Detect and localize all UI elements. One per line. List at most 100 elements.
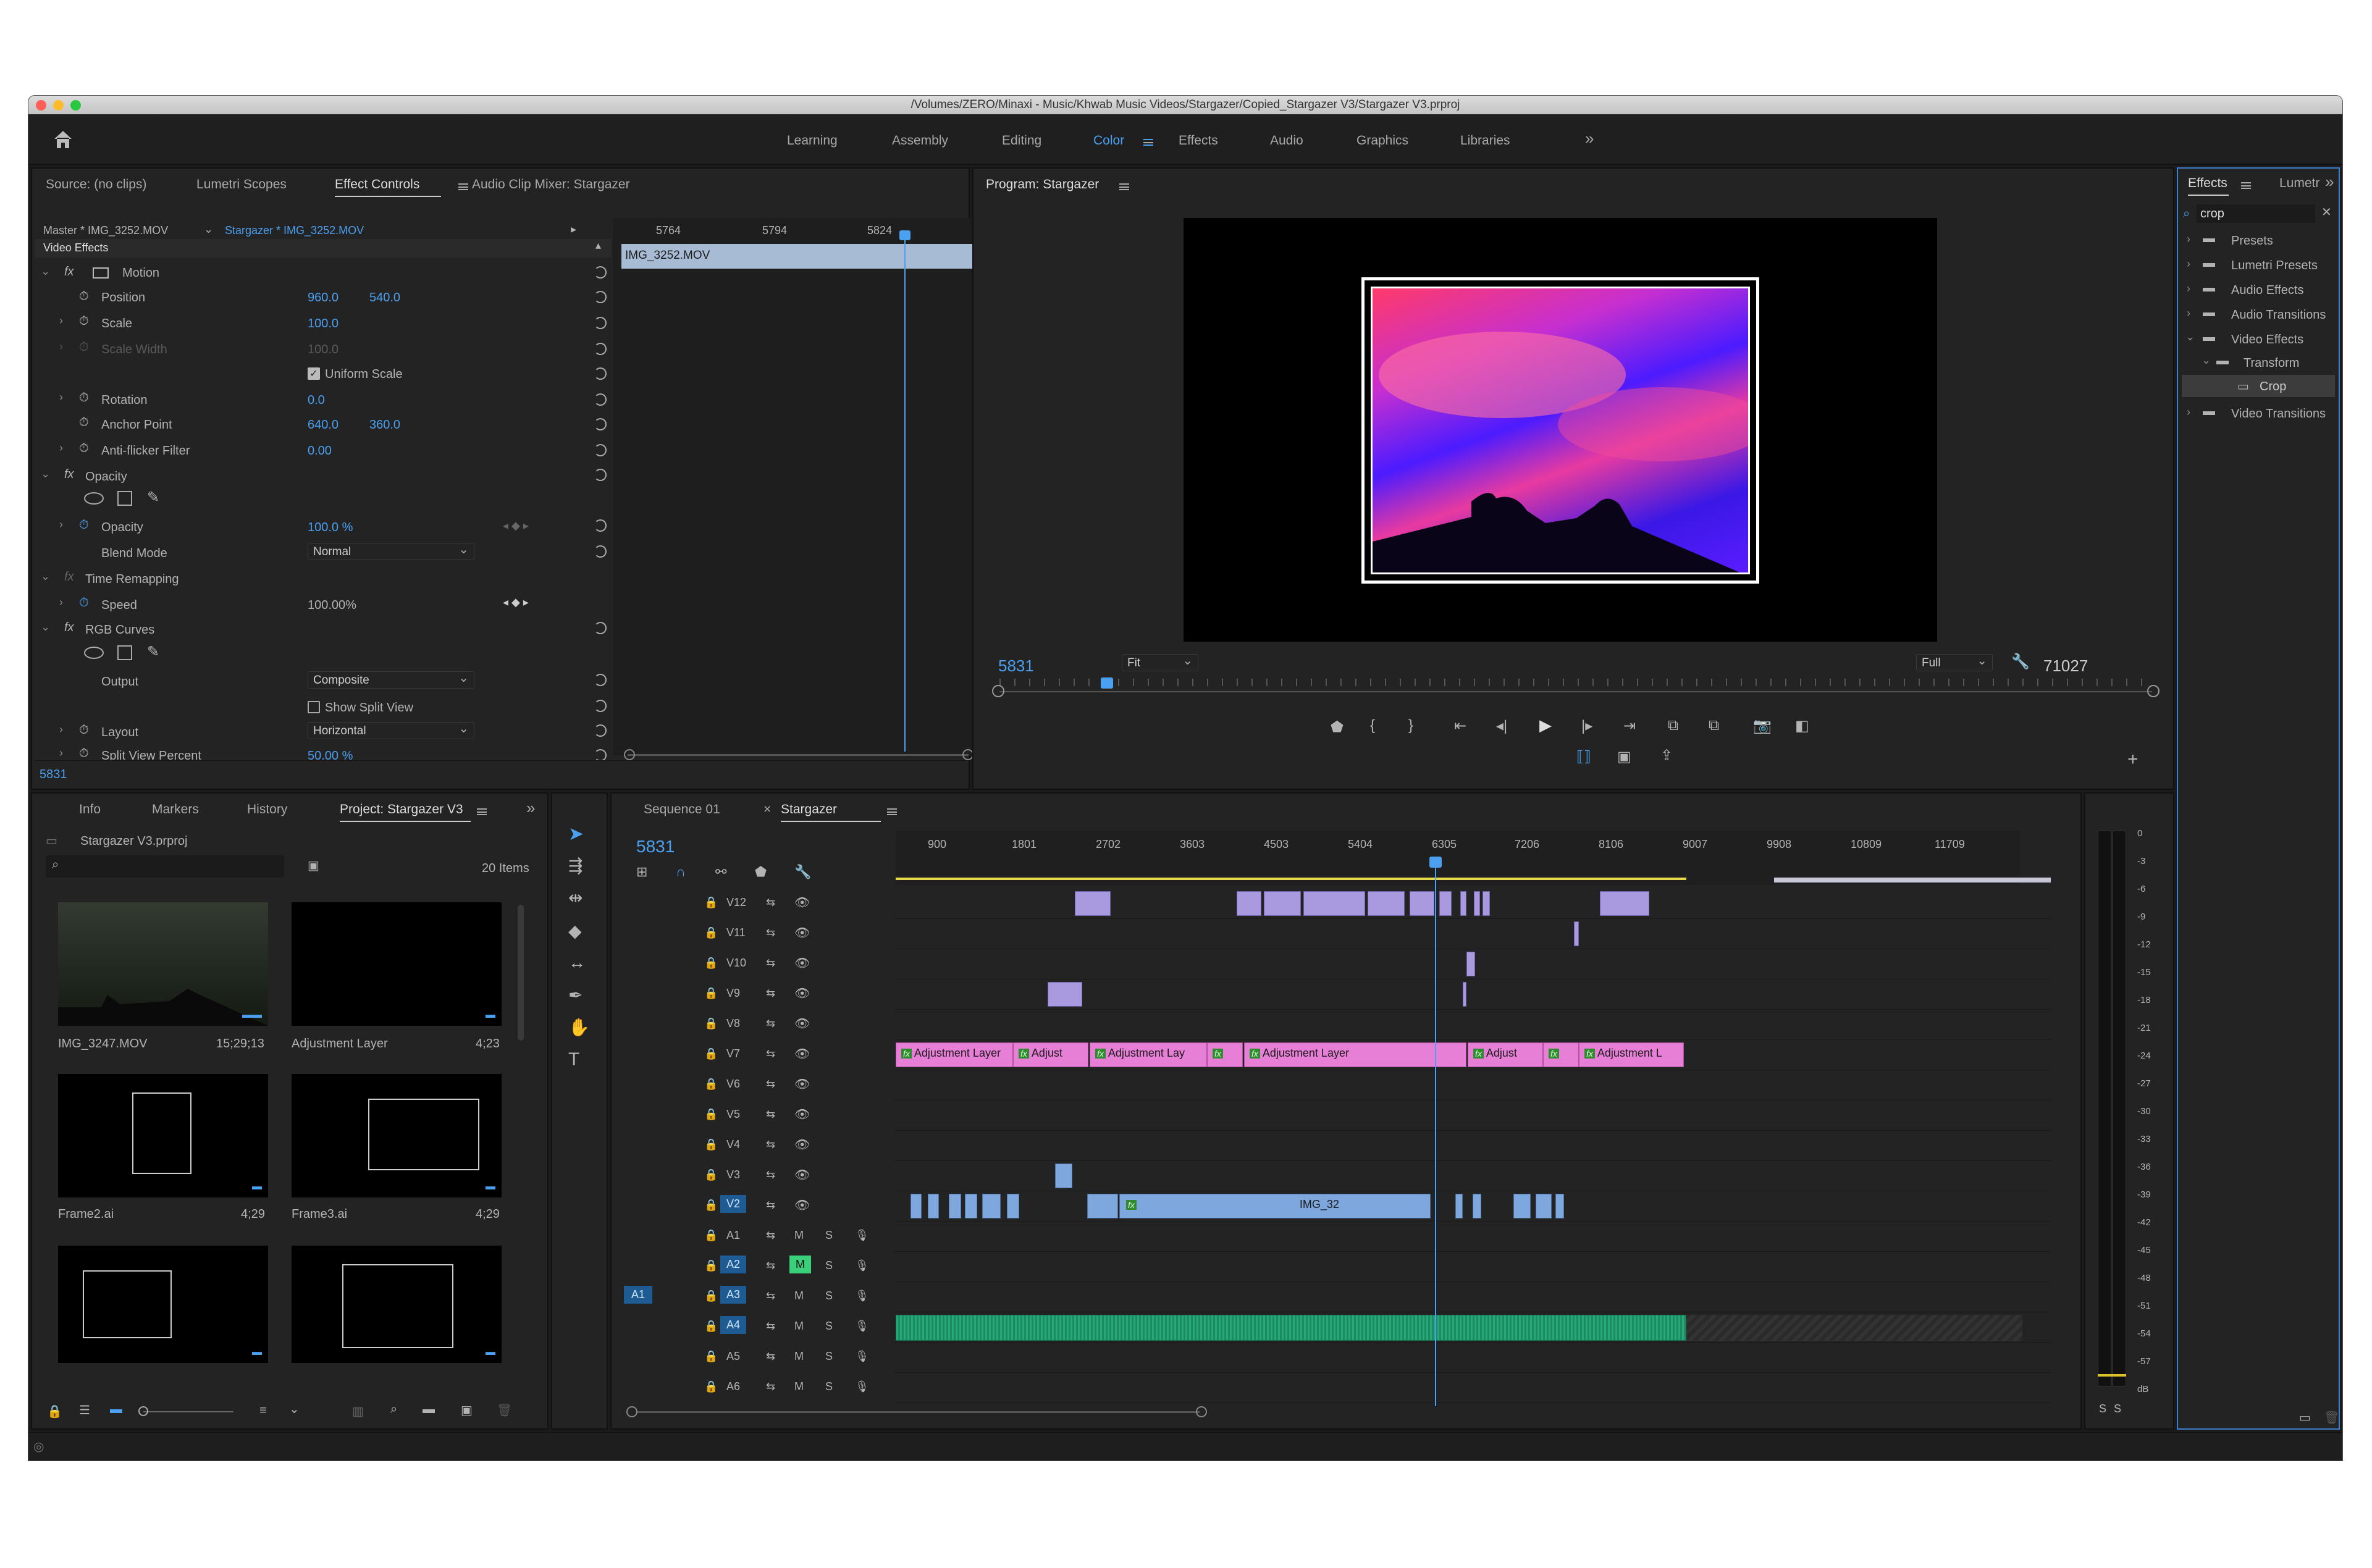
reset-icon[interactable] (594, 367, 607, 380)
lock-icon[interactable]: 🔒 (704, 926, 718, 939)
close-window-button[interactable] (36, 100, 46, 111)
new-item-icon[interactable]: ▣ (461, 1402, 473, 1418)
solo-button[interactable]: S (825, 1229, 833, 1242)
expand-icon[interactable]: › (2187, 258, 2190, 270)
lock-icon[interactable]: 🔒 (704, 1047, 718, 1060)
position-x-value[interactable]: 960.0 (308, 291, 339, 305)
track-label[interactable]: V8 (726, 1017, 740, 1030)
workspace-editing[interactable]: Editing (1002, 133, 1041, 148)
reset-icon[interactable] (594, 724, 607, 737)
step-back-icon[interactable]: ◂| (1496, 717, 1507, 735)
mic-icon[interactable]: 🎙 (855, 1229, 869, 1242)
scroll-up-icon[interactable]: ▴ (595, 239, 601, 252)
home-icon[interactable] (52, 129, 74, 150)
safe-margins-icon[interactable]: ▣ (1617, 748, 1631, 766)
effects-item-presets[interactable]: Presets (2231, 234, 2273, 248)
scroll-handle-left[interactable] (626, 1406, 637, 1417)
adjustment-layer-clip[interactable]: fx Adjustment Layer (896, 1042, 1013, 1067)
audio-clip[interactable] (896, 1315, 1686, 1341)
linked-selection-icon[interactable]: ⚯ (715, 864, 726, 880)
tab-info[interactable]: Info (79, 802, 101, 817)
lock-icon[interactable]: 🔒 (704, 987, 718, 1000)
workspace-menu-icon[interactable] (1143, 139, 1153, 146)
adjustment-layer-clip[interactable]: fx (1207, 1042, 1243, 1067)
more-tabs-icon[interactable]: » (526, 799, 535, 818)
lock-icon[interactable]: 🔒 (704, 1078, 718, 1091)
lock-icon[interactable]: 🔒 (704, 1017, 718, 1030)
rgb-curves-expand-icon[interactable]: ⌄ (41, 621, 50, 634)
video-clip[interactable] (1460, 891, 1466, 916)
video-clip[interactable] (1007, 1194, 1019, 1218)
reset-icon[interactable] (594, 317, 607, 329)
effects-item-transform[interactable]: Transform (2244, 356, 2299, 371)
lock-icon[interactable]: 🔒 (47, 1404, 62, 1419)
stopwatch-icon[interactable]: ⏱ (79, 340, 89, 354)
solo-right-button[interactable]: S (2114, 1402, 2121, 1415)
go-to-out-icon[interactable]: ⇥ (1623, 717, 1636, 735)
rotation-expand-icon[interactable]: › (59, 391, 63, 404)
track-label[interactable]: A2 (720, 1256, 747, 1273)
video-clip[interactable] (1087, 1194, 1118, 1218)
time-remap-expand-icon[interactable]: ⌄ (41, 570, 50, 583)
sync-lock-icon[interactable]: ⇆ (766, 987, 775, 1000)
tab-sequence-01[interactable]: Sequence 01 (644, 802, 720, 817)
video-clip[interactable] (1513, 1194, 1531, 1218)
list-view-icon[interactable]: ☰ (79, 1402, 90, 1418)
adjustment-layer-clip[interactable]: fx (1543, 1042, 1579, 1067)
tab-audio-clip-mixer[interactable]: Audio Clip Mixer: Stargazer (472, 177, 630, 192)
solo-button[interactable]: S (825, 1350, 833, 1363)
stopwatch-icon[interactable]: ⏱ (79, 747, 89, 761)
tab-lumetri-scopes[interactable]: Lumetri Scopes (196, 177, 287, 192)
thumbnail-frame[interactable]: ▬ (58, 1246, 268, 1363)
video-clip[interactable] (1473, 1194, 1481, 1218)
eye-icon[interactable]: 👁 (794, 925, 810, 941)
effects-item-lumetri-presets[interactable]: Lumetri Presets (2231, 259, 2318, 273)
snap-icon[interactable]: ∩ (676, 864, 686, 880)
step-forward-icon[interactable]: |▸ (1581, 717, 1592, 735)
effects-item-video-transitions[interactable]: Video Transitions (2231, 407, 2326, 421)
video-clip[interactable] (1455, 1194, 1463, 1218)
panel-menu-icon[interactable] (458, 183, 468, 191)
eye-icon[interactable]: 👁 (794, 895, 810, 910)
tab-history[interactable]: History (247, 802, 287, 817)
type-tool-icon[interactable]: T (568, 1049, 579, 1070)
video-clip[interactable] (982, 1194, 1001, 1218)
track-label[interactable]: V12 (726, 896, 746, 909)
split-percent-expand-icon[interactable]: › (59, 747, 63, 760)
play-only-icon[interactable]: ▸ (571, 223, 576, 236)
ripple-edit-tool-icon[interactable]: ⇹ (568, 887, 582, 908)
timeline-settings-icon[interactable]: 🔧 (794, 864, 811, 880)
solo-left-button[interactable]: S (2099, 1402, 2106, 1415)
sync-lock-icon[interactable]: ⇆ (766, 1229, 775, 1242)
selection-tool-icon[interactable]: ➤ (568, 823, 584, 845)
program-monitor-title[interactable]: Program: Stargazer (986, 177, 1099, 192)
motion-expand-icon[interactable]: ⌄ (41, 265, 50, 278)
track-label[interactable]: V5 (726, 1108, 740, 1121)
creative-cloud-icon[interactable]: ◎ (33, 1439, 44, 1454)
collapse-icon[interactable]: ⌄ (2202, 354, 2211, 367)
track-label[interactable]: A6 (726, 1380, 740, 1393)
adjustment-layer-clip[interactable]: fx Adjustment Lay (1090, 1042, 1207, 1067)
adjustment-layer-clip[interactable]: fx Adjustment Layer (1244, 1042, 1466, 1067)
lock-icon[interactable]: 🔒 (704, 1380, 718, 1393)
lock-icon[interactable]: 🔒 (704, 1229, 718, 1242)
video-clip[interactable] (1048, 982, 1082, 1007)
effects-item-video-effects[interactable]: Video Effects (2231, 333, 2303, 347)
video-clip[interactable] (949, 1194, 961, 1218)
solo-button[interactable]: S (825, 1320, 833, 1333)
stopwatch-icon[interactable]: ⏱ (79, 290, 89, 304)
speed-value[interactable]: 100.00% (308, 598, 356, 613)
video-clip[interactable] (1466, 952, 1475, 976)
video-clip[interactable] (1536, 1194, 1552, 1218)
mic-icon[interactable]: 🎙 (855, 1259, 869, 1272)
clear-search-icon[interactable]: ✕ (2321, 204, 2332, 220)
antiflicker-expand-icon[interactable]: › (59, 442, 63, 455)
video-clip[interactable] (1075, 891, 1111, 916)
tab-effect-controls[interactable]: Effect Controls (335, 177, 419, 192)
marker-icon[interactable]: ⬟ (1331, 718, 1344, 736)
more-tabs-icon[interactable]: » (2325, 172, 2334, 191)
reset-icon[interactable] (594, 444, 607, 456)
rectangle-mask-icon[interactable] (117, 645, 132, 660)
track-label[interactable]: V6 (726, 1078, 740, 1091)
expand-icon[interactable]: › (2187, 307, 2190, 320)
